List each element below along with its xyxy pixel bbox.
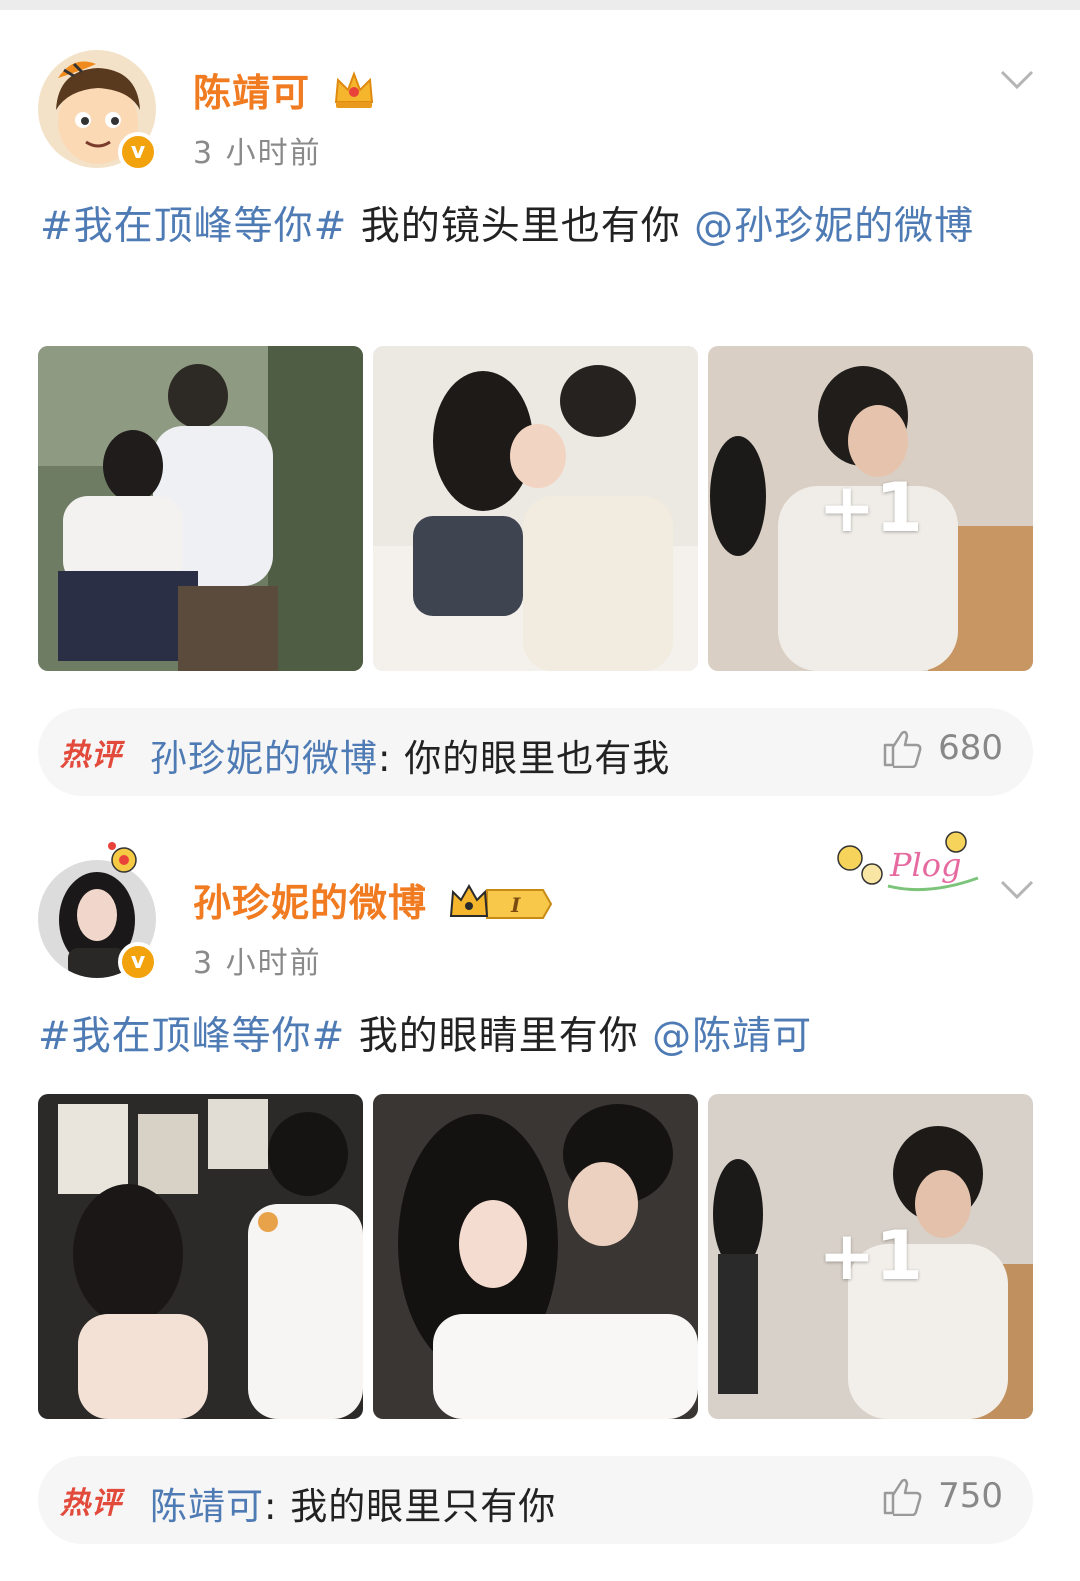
post-time: 3 小时前 bbox=[193, 946, 322, 981]
post-image[interactable] bbox=[38, 346, 363, 671]
post-text: #我在顶峰等你# 我的镜头里也有你 @孙珍妮的微博 bbox=[40, 196, 1040, 258]
flower-decoration-icon bbox=[108, 842, 137, 873]
mention-link[interactable]: @陈靖可 bbox=[652, 1014, 812, 1059]
post-time: 3 小时前 bbox=[193, 136, 322, 171]
hot-comment-content: 陈靖可: 我的眼里只有你 bbox=[150, 1476, 556, 1530]
like-count: 750 bbox=[938, 1476, 1003, 1516]
username-text: 陈靖可 bbox=[193, 71, 311, 115]
verified-badge-icon: v bbox=[118, 942, 158, 982]
crown-icon bbox=[335, 71, 374, 108]
level-crown-icon: I bbox=[450, 883, 553, 919]
top-divider bbox=[0, 0, 1080, 10]
hot-comment[interactable]: 热评 陈靖可: 我的眼里只有你 750 bbox=[38, 1456, 1033, 1544]
thumbs-up-icon bbox=[883, 730, 922, 768]
username-text: 孙珍妮的微博 bbox=[193, 881, 428, 925]
hot-comment-text: : 我的眼里只有你 bbox=[264, 1485, 557, 1528]
like-button[interactable]: 680 bbox=[882, 728, 1003, 768]
mention-link[interactable]: @孙珍妮的微博 bbox=[694, 204, 974, 249]
post-image[interactable] bbox=[38, 1094, 363, 1419]
svg-text:Plog: Plog bbox=[889, 846, 962, 884]
verified-badge-icon: v bbox=[118, 132, 158, 172]
hot-comment-badge: 热评 bbox=[60, 738, 122, 773]
like-button[interactable]: 750 bbox=[882, 1476, 1003, 1516]
plog-sticker-icon: Plog bbox=[837, 831, 979, 892]
post-image-more[interactable]: +1 bbox=[708, 1094, 1033, 1419]
post-text: #我在顶峰等你# 我的眼睛里有你 @陈靖可 bbox=[38, 1006, 1038, 1068]
more-images-count: +1 bbox=[818, 1217, 923, 1296]
thumbs-up-icon bbox=[883, 1478, 922, 1516]
image-grid: +1 bbox=[38, 346, 1033, 671]
hot-comment[interactable]: 热评 孙珍妮的微博: 你的眼里也有我 680 bbox=[38, 708, 1033, 796]
more-images-count: +1 bbox=[818, 469, 923, 548]
avatar[interactable]: v bbox=[38, 842, 158, 982]
hashtag-link[interactable]: #我在顶峰等你# bbox=[38, 1014, 345, 1059]
username[interactable]: 陈靖可 bbox=[193, 62, 376, 117]
post-image-more[interactable]: +1 bbox=[708, 346, 1033, 671]
post-body: 我的镜头里也有你 bbox=[347, 204, 695, 249]
chevron-down-icon[interactable] bbox=[1000, 880, 1034, 900]
image-grid: +1 bbox=[38, 1094, 1033, 1419]
hot-comment-text: : 你的眼里也有我 bbox=[378, 737, 671, 780]
hashtag-link[interactable]: #我在顶峰等你# bbox=[40, 204, 347, 249]
svg-text:I: I bbox=[510, 893, 521, 917]
post-body: 我的眼睛里有你 bbox=[345, 1014, 653, 1059]
like-count: 680 bbox=[938, 728, 1003, 768]
post-image[interactable] bbox=[373, 346, 698, 671]
hot-comment-content: 孙珍妮的微博: 你的眼里也有我 bbox=[150, 728, 670, 782]
post-image[interactable] bbox=[373, 1094, 698, 1419]
hot-comment-user[interactable]: 孙珍妮的微博 bbox=[150, 737, 378, 780]
username[interactable]: 孙珍妮的微博 I bbox=[193, 872, 553, 927]
hot-comment-badge: 热评 bbox=[60, 1486, 122, 1521]
chevron-down-icon[interactable] bbox=[1000, 70, 1034, 90]
avatar[interactable]: v bbox=[38, 50, 158, 172]
hot-comment-user[interactable]: 陈靖可 bbox=[150, 1485, 264, 1528]
